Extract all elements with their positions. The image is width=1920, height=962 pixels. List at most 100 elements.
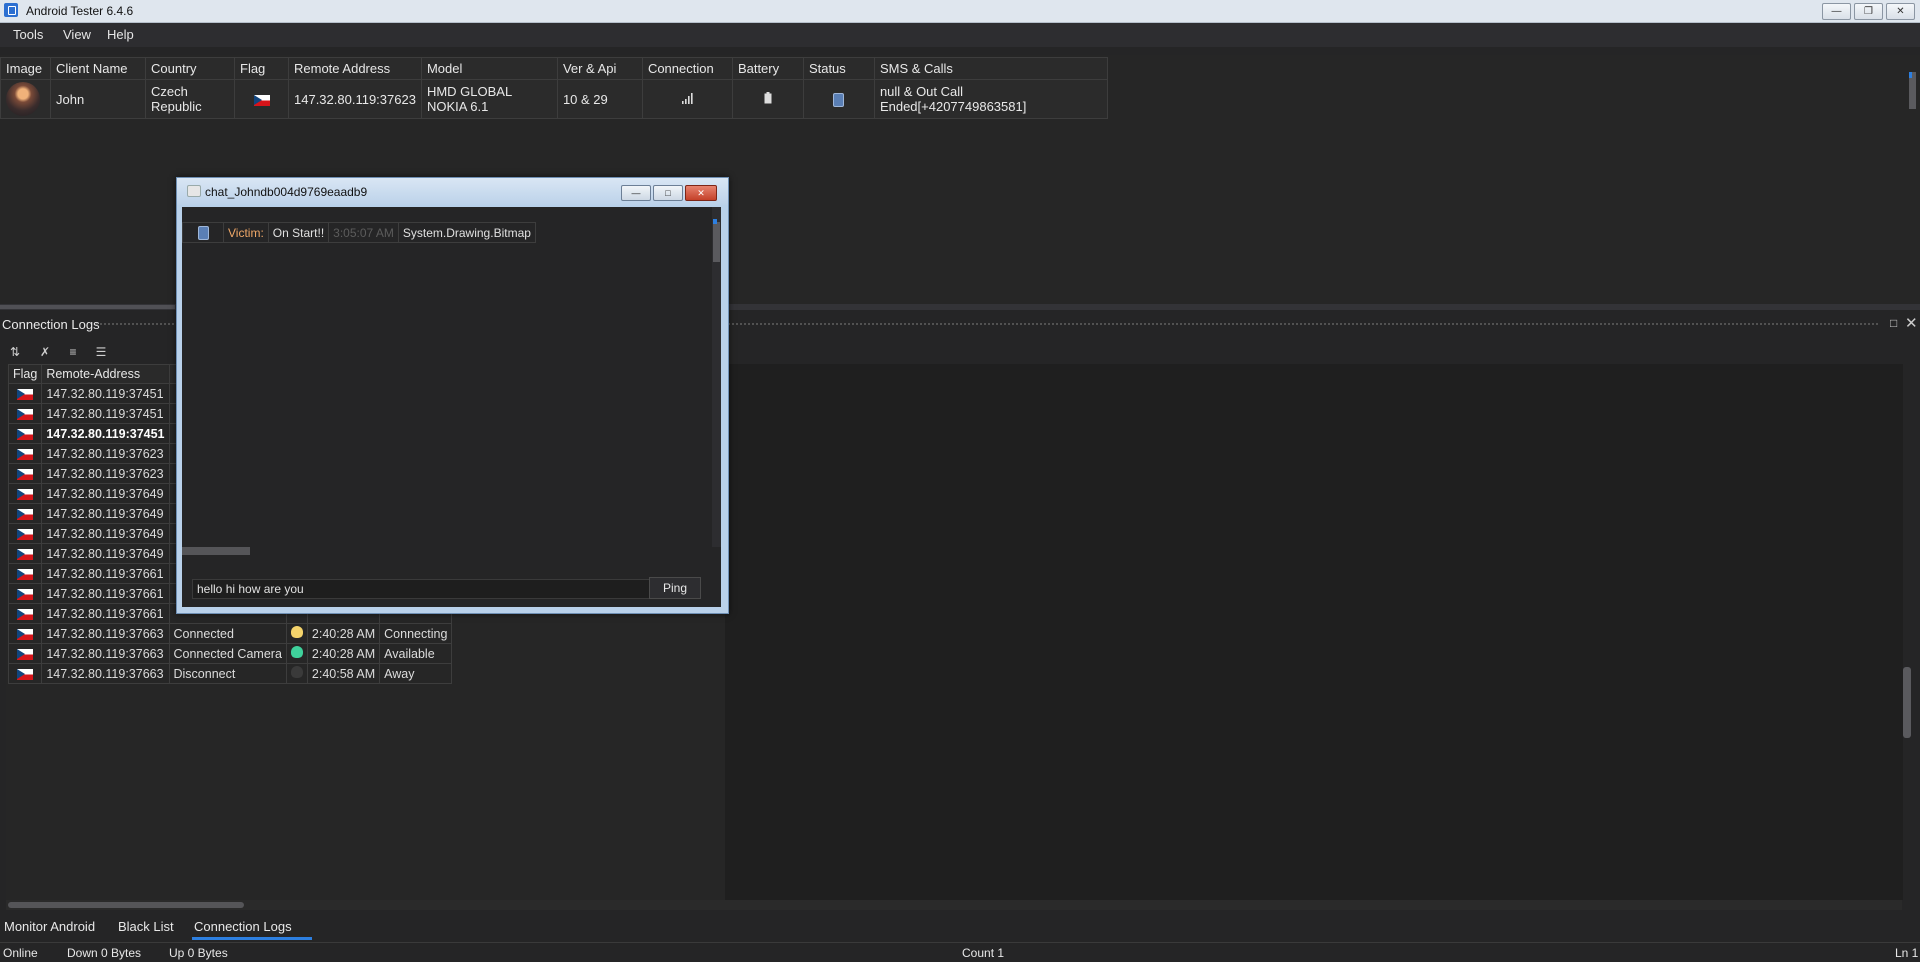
client-row[interactable]: John Czech Republic 147.32.80.119:37623 … <box>0 79 1108 119</box>
log-remote-address: 147.32.80.119:37663 <box>41 643 170 664</box>
chat-scroll-thumb[interactable] <box>713 222 720 262</box>
window-title: Android Tester 6.4.6 <box>26 4 134 18</box>
col-client-name[interactable]: Client Name <box>50 57 146 80</box>
log-row[interactable]: 147.32.80.119:37663 Disconnect 2:40:58 AM A… <box>7 663 453 684</box>
log-remote-address: 147.32.80.119:37649 <box>41 503 170 524</box>
active-tab-indicator <box>192 937 312 940</box>
log-flag-cell <box>7 403 43 424</box>
log-flag-cell <box>7 483 43 504</box>
col-battery[interactable]: Battery <box>731 57 804 80</box>
czech-flag-icon <box>17 568 34 580</box>
menu-help[interactable]: Help <box>107 27 134 42</box>
chat-message-table: Victim: On Start!! 3:05:07 AM System.Dra… <box>182 222 536 243</box>
connection-logs-title: Connection Logs <box>2 317 100 332</box>
client-table: Image Client Name Country Flag Remote Ad… <box>0 57 1108 119</box>
log-remote-address: 147.32.80.119:37649 <box>41 543 170 564</box>
log-presence: Available <box>379 643 453 664</box>
col-status[interactable]: Status <box>802 57 875 80</box>
client-country: Czech Republic <box>145 79 235 119</box>
log-time: 2:40:28 AM <box>306 643 381 664</box>
close-panel-icon[interactable]: ✕ <box>1905 314 1918 332</box>
log-flag-cell <box>7 563 43 584</box>
chat-title: chat_Johndb004d9769eaadb9 <box>205 185 368 199</box>
menu-bar: Tools View Help <box>0 23 1920 47</box>
columns-icon[interactable]: ☰ <box>92 345 110 359</box>
chat-scroll-accent <box>713 219 717 224</box>
col-remote-address[interactable]: Remote-Address <box>41 364 170 384</box>
client-status-cell <box>802 79 875 119</box>
log-flag-cell <box>7 663 43 684</box>
czech-flag-icon <box>17 488 34 500</box>
log-presence: Connecting <box>379 623 453 644</box>
col-country[interactable]: Country <box>145 57 235 80</box>
status-line: Ln 1 <box>1895 946 1919 960</box>
phone-icon <box>833 92 845 107</box>
col-connection[interactable]: Connection <box>641 57 733 80</box>
chat-message-input[interactable] <box>192 579 650 599</box>
log-flag-cell <box>7 443 43 464</box>
czech-flag-icon <box>253 94 270 106</box>
chat-close-button[interactable]: ✕ <box>685 185 717 201</box>
client-image-cell <box>0 79 51 119</box>
log-remote-address: 147.32.80.119:37623 <box>41 443 170 464</box>
chat-sender: Victim: <box>223 222 269 243</box>
details-pane <box>725 364 1903 900</box>
menu-view[interactable]: View <box>63 27 91 42</box>
log-flag-cell <box>7 503 43 524</box>
col-flag[interactable]: Flag <box>7 364 43 384</box>
log-row[interactable]: 147.32.80.119:37663 Connected 2:40:28 AM Co… <box>7 623 453 644</box>
minimize-button[interactable]: — <box>1822 3 1851 20</box>
ping-button[interactable]: Ping <box>649 577 701 599</box>
chat-minimize-button[interactable]: — <box>621 185 651 201</box>
signal-icon <box>682 92 694 104</box>
chat-attachment: System.Drawing.Bitmap <box>397 222 536 243</box>
restore-button[interactable]: ❐ <box>1854 3 1883 20</box>
status-down: Down 0 Bytes <box>67 946 142 960</box>
log-flag-cell <box>7 423 43 444</box>
chat-body: Victim: On Start!! 3:05:07 AM System.Dra… <box>182 207 721 607</box>
col-sms-calls[interactable]: SMS & Calls <box>873 57 1108 80</box>
logs-horizontal-scrollbar[interactable] <box>6 900 1902 910</box>
status-bar: Online Down 0 Bytes Up 0 Bytes Count 1 L… <box>0 942 1920 962</box>
logs-horizontal-scroll-thumb[interactable] <box>8 902 244 908</box>
client-remote-address: 147.32.80.119:37623 <box>288 79 422 119</box>
menu-tools[interactable]: Tools <box>13 27 43 42</box>
client-sms-calls: null & Out Call Ended[+4207749863581] <box>873 79 1108 119</box>
close-button[interactable]: ✕ <box>1886 3 1915 20</box>
col-ver-api[interactable]: Ver & Api <box>556 57 643 80</box>
splitter-scroll-thumb[interactable] <box>0 305 175 309</box>
sort-icon[interactable]: ⇅ <box>6 345 24 359</box>
tab-monitor-android[interactable]: Monitor Android <box>4 919 95 934</box>
logs-vertical-scrollbar[interactable] <box>1903 667 1911 738</box>
czech-flag-icon <box>17 608 34 620</box>
chat-horizontal-scroll-thumb[interactable] <box>182 547 250 555</box>
chat-maximize-button[interactable]: □ <box>653 185 683 201</box>
log-remote-address: 147.32.80.119:37649 <box>41 483 170 504</box>
log-flag-cell <box>7 383 43 404</box>
clear-icon[interactable]: ✗ <box>36 345 54 359</box>
tab-black-list[interactable]: Black List <box>118 919 174 934</box>
log-remote-address: 147.32.80.119:37661 <box>41 603 170 624</box>
skull-icon <box>290 646 303 658</box>
status-online: Online <box>3 946 38 960</box>
chat-title-bar[interactable]: chat_Johndb004d9769eaadb9 — □ ✕ <box>177 178 728 205</box>
col-model[interactable]: Model <box>420 57 558 80</box>
status-up: Up 0 Bytes <box>169 946 228 960</box>
log-remote-address: 147.32.80.119:37663 <box>41 663 170 684</box>
col-flag[interactable]: Flag <box>234 57 289 80</box>
tab-connection-logs[interactable]: Connection Logs <box>194 919 292 934</box>
chat-message-row[interactable]: Victim: On Start!! 3:05:07 AM System.Dra… <box>182 222 536 243</box>
log-flag-cell <box>7 543 43 564</box>
log-status: Connected <box>168 623 287 644</box>
czech-flag-icon <box>17 468 34 480</box>
scroll-accent <box>1909 72 1912 78</box>
czech-flag-icon <box>17 528 34 540</box>
filter-clear-icon[interactable]: ≡ <box>64 345 82 359</box>
log-remote-address: 147.32.80.119:37451 <box>41 403 170 424</box>
col-remote-address[interactable]: Remote Address <box>288 57 422 80</box>
col-image[interactable]: Image <box>0 57 51 80</box>
maximize-panel-icon[interactable]: □ <box>1890 316 1897 330</box>
log-presence: Away <box>379 663 453 684</box>
client-model: HMD GLOBAL NOKIA 6.1 <box>420 79 558 119</box>
log-row[interactable]: 147.32.80.119:37663 Connected Camera 2:40:… <box>7 643 453 664</box>
